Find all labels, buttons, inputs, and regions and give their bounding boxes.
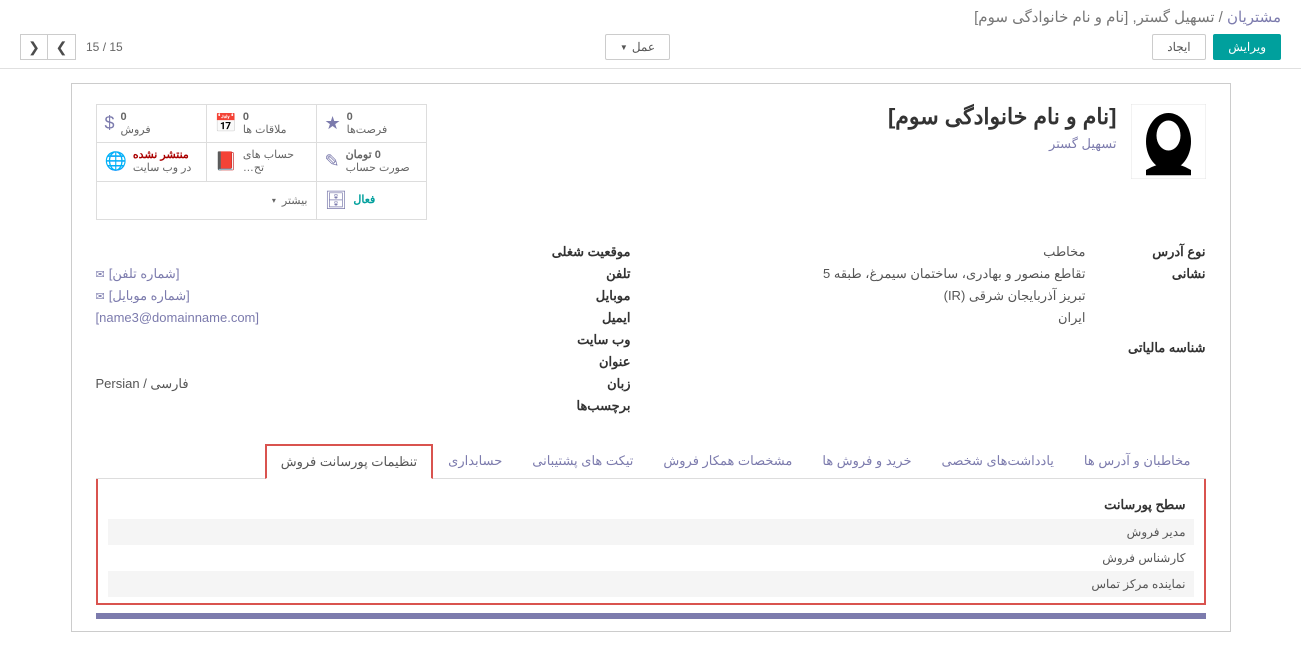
value-address-type: مخاطب — [671, 244, 1086, 260]
stat-sale-label: فروش — [121, 124, 151, 136]
value-job — [96, 244, 511, 260]
edit-button[interactable]: ویرایش — [1213, 34, 1281, 60]
archive-icon: 🗄 — [325, 190, 348, 211]
tab-sales[interactable]: خرید و فروش ها — [807, 444, 926, 478]
value-country: ایران — [671, 310, 1086, 326]
stat-publish[interactable]: منتشر نشدهدر وب سایت 🌐 — [96, 143, 206, 181]
company-link[interactable]: تسهیل گستر — [888, 136, 1117, 152]
action-dropdown[interactable]: عمل ▼ — [605, 34, 670, 60]
value-mobile[interactable]: [شماره موبایل] — [109, 288, 190, 303]
tab-notes[interactable]: یادداشت‌های شخصی — [926, 444, 1068, 478]
breadcrumb-sep: / — [1219, 9, 1223, 26]
form-sheet: [نام و نام خانوادگی سوم] تسهیل گستر 0فرص… — [71, 83, 1231, 632]
tab-bar: مخاطبان و آدرس ها یادداشت‌های شخصی خرید … — [96, 444, 1206, 479]
avatar — [1131, 104, 1206, 179]
stat-analytic[interactable]: حساب های تح… 📕 — [206, 143, 316, 181]
label-mobile: موبایل — [511, 288, 631, 304]
stat-sales[interactable]: 0فروش $ — [96, 105, 206, 143]
action-label: عمل — [632, 40, 655, 54]
stat-meet-value: 0 — [243, 111, 287, 124]
stat-opportunities[interactable]: 0فرصت‌ها ★ — [316, 105, 426, 143]
caret-down-icon: ▾ — [272, 196, 276, 205]
commission-level-table: سطح پورسانت مدیر فروش کارشناس فروش نماین… — [108, 491, 1194, 597]
label-title: عنوان — [511, 354, 631, 370]
value-website — [96, 332, 511, 348]
stat-meet-label: ملاقات ها — [243, 124, 287, 136]
value-phone[interactable]: [شماره تلفن] — [109, 266, 180, 281]
label-job: موقعیت شغلی — [511, 244, 631, 260]
label-phone: تلفن — [511, 266, 631, 282]
tab-commission-settings[interactable]: تنظیمات پورسانت فروش — [265, 444, 433, 479]
value-vat — [671, 340, 1086, 356]
stat-pub-label: در وب سایت — [133, 162, 191, 174]
value-tags — [96, 398, 511, 414]
stat-meetings[interactable]: 0ملاقات ها 📅 — [206, 105, 316, 143]
stat-more[interactable]: بیشتر ▾ — [96, 182, 316, 220]
label-email: ایمیل — [511, 310, 631, 326]
level-row[interactable]: نماینده مرکز تماس — [108, 571, 1194, 597]
tab-contacts[interactable]: مخاطبان و آدرس ها — [1069, 444, 1206, 478]
value-lang: Persian / فارسی — [96, 376, 511, 392]
commission-panel: سطح پورسانت مدیر فروش کارشناس فروش نماین… — [96, 479, 1206, 605]
label-address-type: نوع آدرس — [1086, 244, 1206, 260]
stat-analytic-label: حساب های تح… — [243, 149, 294, 174]
contact-name: [نام و نام خانوادگی سوم] — [888, 104, 1117, 130]
breadcrumb: مشتریان / تسهیل گستر, [نام و نام خانوادگ… — [974, 8, 1281, 26]
stat-active[interactable]: فعال 🗄 — [316, 182, 426, 220]
stat-opp-label: فرصت‌ها — [347, 124, 388, 136]
stat-invoiced[interactable]: 0 تومانصورت حساب ✎ — [316, 143, 426, 181]
globe-icon: 🌐 — [105, 151, 127, 172]
tab-tickets[interactable]: تیکت های پشتیبانی — [517, 444, 648, 478]
stat-invoice-label: صورت حساب — [346, 162, 410, 174]
star-icon: ★ — [325, 113, 341, 134]
pager-prev[interactable]: ❯ — [48, 34, 76, 60]
label-tags: برچسب‌ها — [511, 398, 631, 414]
pencil-icon: ✎ — [325, 151, 340, 172]
sms-icon[interactable]: ✉ — [96, 291, 105, 303]
footer-bar — [96, 613, 1206, 619]
breadcrumb-root[interactable]: مشتریان — [1227, 9, 1281, 26]
stat-opp-value: 0 — [347, 111, 388, 124]
dollar-icon: $ — [105, 113, 115, 134]
value-address-line2: تبریز آذربایجان شرقی (IR) — [671, 288, 1086, 304]
value-title — [96, 354, 511, 370]
stat-pub-status: منتشر نشده — [133, 149, 191, 162]
book-icon: 📕 — [215, 151, 237, 172]
stat-button-box: 0فرصت‌ها ★ 0ملاقات ها 📅 0فروش $ 0 تومانص… — [96, 104, 427, 220]
level-row[interactable]: کارشناس فروش — [108, 545, 1194, 571]
stat-invoice-value: 0 تومان — [346, 149, 410, 162]
level-header: سطح پورسانت — [108, 491, 1194, 519]
level-row[interactable]: مدیر فروش — [108, 519, 1194, 545]
stat-more-label: بیشتر — [282, 194, 308, 207]
sms-icon[interactable]: ✉ — [96, 269, 105, 281]
label-address: نشانی — [1086, 266, 1206, 282]
tab-accounting[interactable]: حسابداری — [433, 444, 517, 478]
label-vat: شناسه مالیاتی — [1086, 340, 1206, 356]
pager-count: 15 / 15 — [86, 40, 123, 54]
value-email[interactable]: [name3@domainname.com] — [96, 310, 511, 326]
value-address-line1: تقاطع منصور و بهادری، ساختمان سیمرغ، طبق… — [671, 266, 1086, 282]
stat-active-label: فعال — [353, 194, 375, 206]
label-lang: زبان — [511, 376, 631, 392]
label-website: وب سایت — [511, 332, 631, 348]
calendar-icon: 📅 — [215, 113, 237, 134]
stat-sale-value: 0 — [121, 111, 151, 124]
pager-next[interactable]: ❮ — [20, 34, 48, 60]
breadcrumb-current: تسهیل گستر, [نام و نام خانوادگی سوم] — [974, 9, 1214, 26]
tab-partner[interactable]: مشخصات همکار فروش — [648, 444, 807, 478]
create-button[interactable]: ایجاد — [1152, 34, 1205, 60]
caret-down-icon: ▼ — [620, 43, 628, 52]
